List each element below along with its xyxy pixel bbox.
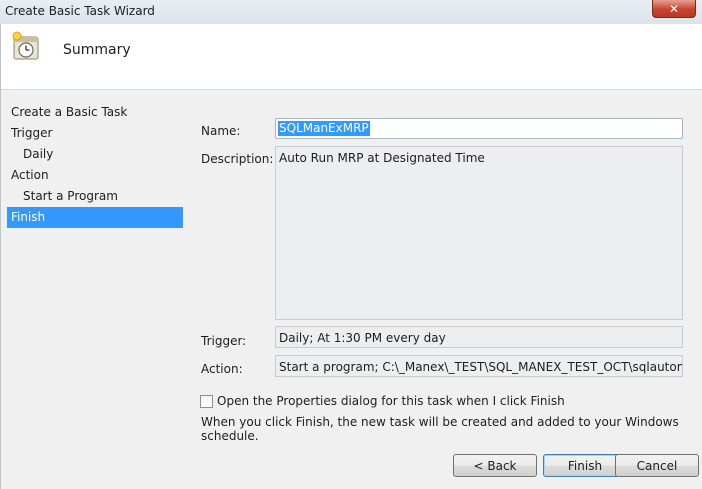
name-field[interactable]: SQLManExMRP <box>275 118 683 139</box>
open-properties-label[interactable]: Open the Properties dialog for this task… <box>217 394 565 408</box>
nav-step-trigger[interactable]: Trigger <box>7 123 183 144</box>
task-scheduler-clock-icon <box>12 31 39 60</box>
action-label: Action: <box>201 362 243 376</box>
wizard-window: Create Basic Task Wizard ✕ Summary Creat… <box>0 0 702 489</box>
finish-info-text: When you click Finish, the new task will… <box>201 415 679 443</box>
description-field[interactable]: Auto Run MRP at Designated Time <box>275 146 683 320</box>
trigger-label: Trigger: <box>201 334 247 348</box>
name-field-value: SQLManExMRP <box>278 121 370 136</box>
nav-step-daily[interactable]: Daily <box>7 144 183 165</box>
page-title: Summary <box>63 42 131 58</box>
cancel-button-label: Cancel <box>636 458 678 473</box>
back-button[interactable]: < Back <box>453 454 537 477</box>
back-button-label: < Back <box>473 458 517 473</box>
trigger-field[interactable]: Daily; At 1:30 PM every day <box>275 326 683 348</box>
cancel-button[interactable]: Cancel <box>615 454 699 477</box>
description-label: Description: <box>201 152 274 166</box>
close-icon: ✕ <box>668 1 680 16</box>
close-button[interactable]: ✕ <box>652 0 696 18</box>
nav-step-create-basic-task[interactable]: Create a Basic Task <box>7 102 183 123</box>
wizard-steps-nav: Create a Basic Task Trigger Daily Action… <box>7 102 183 228</box>
nav-step-start-a-program[interactable]: Start a Program <box>7 186 183 207</box>
window-title: Create Basic Task Wizard <box>5 4 155 18</box>
title-bar[interactable]: Create Basic Task Wizard ✕ <box>0 0 702 24</box>
wizard-content: Summary Create a Basic Task Trigger Dail… <box>0 24 702 489</box>
action-field[interactable]: Start a program; C:\_Manex\_TEST\SQL_MAN… <box>275 355 683 377</box>
name-label: Name: <box>201 124 241 138</box>
open-properties-checkbox[interactable] <box>200 395 213 408</box>
nav-step-action[interactable]: Action <box>7 165 183 186</box>
wizard-header: Summary <box>1 24 702 90</box>
nav-step-finish[interactable]: Finish <box>7 207 183 228</box>
finish-button-label: Finish <box>567 458 603 473</box>
